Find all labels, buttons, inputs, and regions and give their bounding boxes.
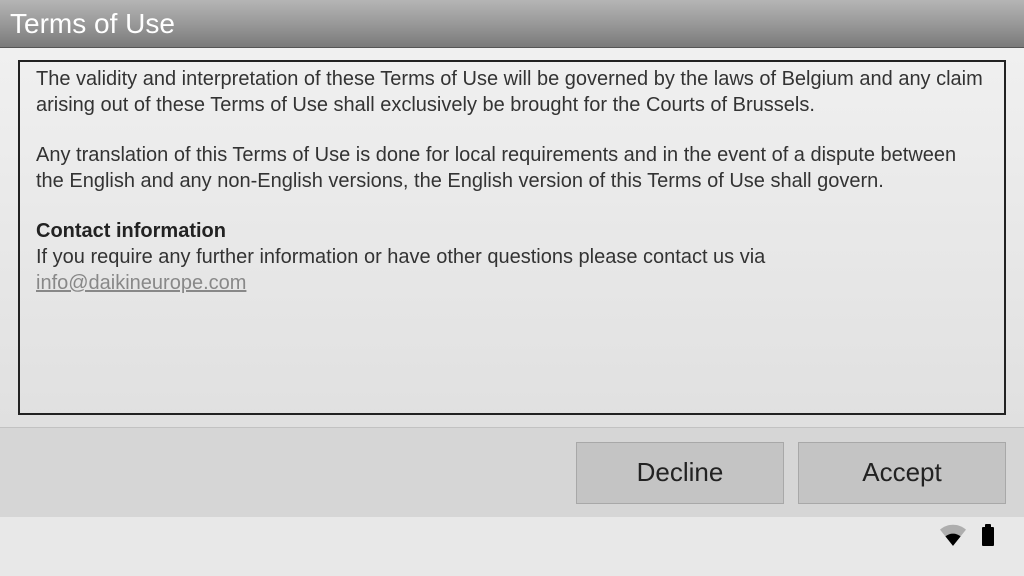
button-bar: Decline Accept — [0, 427, 1024, 517]
wifi-icon — [940, 524, 966, 546]
content-area: unenforceable provision. The validity an… — [0, 48, 1024, 427]
contact-section: Contact information If you require any f… — [36, 218, 988, 296]
battery-icon — [982, 524, 994, 546]
accept-button[interactable]: Accept — [798, 442, 1006, 504]
contact-heading: Contact information — [36, 218, 988, 244]
header-bar: Terms of Use — [0, 0, 1024, 48]
terms-governing-law: The validity and interpretation of these… — [36, 66, 988, 118]
terms-translation: Any translation of this Terms of Use is … — [36, 142, 988, 194]
contact-body: If you require any further information o… — [36, 246, 765, 268]
contact-email-link[interactable]: info@daikineurope.com — [36, 272, 246, 294]
terms-container[interactable]: unenforceable provision. The validity an… — [18, 60, 1006, 415]
page-title: Terms of Use — [10, 8, 175, 40]
decline-button[interactable]: Decline — [576, 442, 784, 504]
terms-text: unenforceable provision. The validity an… — [36, 60, 988, 296]
status-bar — [0, 517, 1024, 553]
